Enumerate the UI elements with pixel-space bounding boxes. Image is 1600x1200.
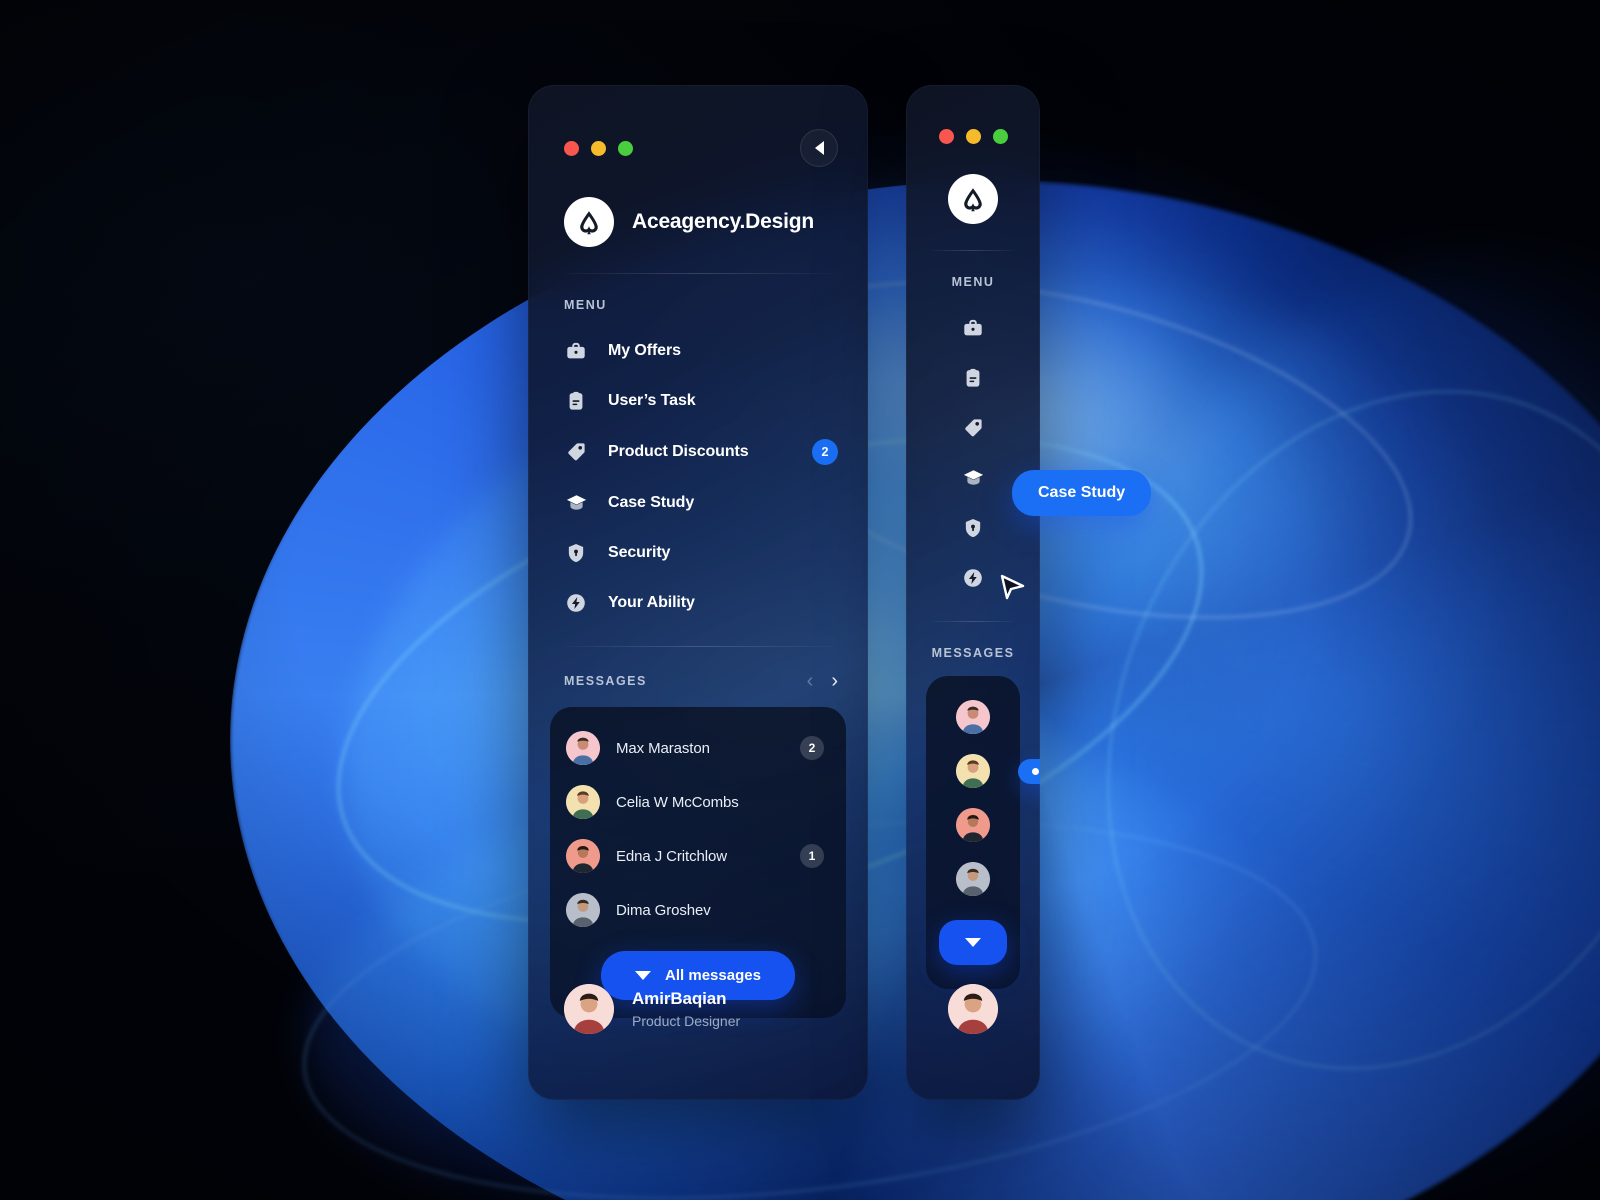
chevron-right-icon[interactable]: › bbox=[831, 671, 838, 691]
main-menu: My Offers User’s Task Product Discounts … bbox=[528, 312, 868, 628]
message-list-item[interactable] bbox=[926, 690, 1020, 744]
message-list-item[interactable]: Max Maraston 2 bbox=[550, 721, 846, 775]
message-list-item[interactable] bbox=[926, 798, 1020, 852]
typing-dots-icon bbox=[1018, 758, 1040, 784]
lightning-bolt-icon bbox=[564, 591, 588, 615]
message-sender-name: Dima Groshev bbox=[616, 901, 711, 919]
minimize-window-button[interactable] bbox=[965, 129, 981, 144]
collapsed-sidebar-panel: MENU MESSAGES bbox=[906, 85, 1040, 1100]
avatar bbox=[956, 862, 990, 896]
menu-item-users-task[interactable]: User’s Task bbox=[528, 376, 868, 426]
cursor-arrow-icon bbox=[998, 570, 1028, 607]
avatar bbox=[566, 839, 600, 873]
profile-text-block: AmirBaqian Product Designer bbox=[632, 989, 740, 1029]
window-traffic-lights bbox=[938, 129, 1008, 144]
window-traffic-lights bbox=[564, 140, 633, 156]
menu-tooltip: Case Study bbox=[1012, 470, 1152, 516]
avatar bbox=[566, 731, 600, 765]
briefcase-icon bbox=[564, 339, 588, 363]
maximize-window-button[interactable] bbox=[992, 129, 1008, 144]
chevron-left-icon[interactable]: ‹ bbox=[807, 671, 814, 691]
brand-name: Aceagency.Design bbox=[632, 210, 814, 233]
menu-item-label: My Offers bbox=[608, 342, 681, 359]
minimize-window-button[interactable] bbox=[591, 140, 606, 156]
menu-item-your-ability[interactable]: Your Ability bbox=[528, 578, 868, 628]
messages-header: MESSAGES ‹ › bbox=[528, 647, 868, 691]
all-messages-label: All messages bbox=[665, 967, 761, 984]
titlebar-collapsed bbox=[906, 85, 1040, 144]
expanded-sidebar-panel: Aceagency.Design MENU My Offers User’s T… bbox=[528, 85, 868, 1100]
profile-role: Product Designer bbox=[632, 1013, 741, 1029]
menu-item-label: User’s Task bbox=[608, 392, 696, 409]
all-messages-button[interactable] bbox=[939, 920, 1007, 965]
message-sender-name: Max Maraston bbox=[616, 739, 710, 757]
menu-item-my-offers[interactable]: My Offers bbox=[528, 326, 868, 376]
brand-header-collapsed[interactable] bbox=[906, 144, 1040, 224]
menu-item-product-discounts[interactable]: Product Discounts 2 bbox=[528, 426, 868, 478]
shield-lock-icon bbox=[961, 516, 985, 540]
message-list-item[interactable]: Edna J Critchlow 1 bbox=[550, 829, 846, 883]
clipboard-icon bbox=[961, 366, 985, 390]
ace-spade-logo bbox=[948, 174, 998, 224]
avatar bbox=[956, 754, 990, 788]
graduation-cap-icon bbox=[961, 466, 985, 490]
user-profile[interactable] bbox=[906, 984, 1040, 1034]
menu-item-label: Security bbox=[608, 544, 671, 561]
messages-nav-arrows: ‹ › bbox=[807, 671, 838, 691]
menu-item-security[interactable]: Security bbox=[528, 528, 868, 578]
brand-header[interactable]: Aceagency.Design bbox=[528, 167, 868, 247]
titlebar-expanded bbox=[528, 85, 868, 167]
main-menu-collapsed bbox=[906, 289, 1040, 603]
user-profile[interactable]: AmirBaqian Product Designer bbox=[528, 984, 868, 1034]
messages-list: Max Maraston 2 Celia W McCombs Edna J Cr… bbox=[550, 707, 846, 1018]
avatar bbox=[948, 984, 998, 1034]
profile-name: AmirBaqian bbox=[632, 989, 727, 1008]
lightning-bolt-icon bbox=[961, 566, 985, 590]
menu-item-label: Product Discounts bbox=[608, 443, 749, 460]
ace-spade-logo bbox=[564, 197, 614, 247]
clipboard-icon bbox=[564, 389, 588, 413]
message-sender-name: Celia W McCombs bbox=[616, 793, 739, 811]
tag-icon bbox=[564, 440, 588, 464]
collapse-sidebar-button[interactable] bbox=[800, 129, 838, 167]
menu-section-label: MENU bbox=[564, 298, 607, 312]
message-unread-badge: 1 bbox=[800, 844, 824, 868]
menu-item-label: Your Ability bbox=[608, 594, 695, 611]
close-window-button[interactable] bbox=[938, 129, 954, 144]
message-list-item[interactable] bbox=[926, 744, 1040, 798]
avatar bbox=[564, 984, 614, 1034]
avatar bbox=[566, 785, 600, 819]
message-list-item[interactable] bbox=[926, 852, 1020, 906]
chevron-down-icon bbox=[965, 938, 981, 947]
messages-section-label: MESSAGES bbox=[931, 646, 1015, 660]
menu-item-my-offers[interactable] bbox=[906, 303, 1040, 353]
avatar bbox=[566, 893, 600, 927]
briefcase-icon bbox=[961, 316, 985, 340]
menu-item-case-study[interactable]: Case Study bbox=[528, 478, 868, 528]
tag-icon bbox=[961, 416, 985, 440]
all-messages-row bbox=[926, 906, 1020, 983]
message-sender-name: Edna J Critchlow bbox=[616, 847, 727, 865]
graduation-cap-icon bbox=[564, 491, 588, 515]
close-window-button[interactable] bbox=[564, 140, 579, 156]
maximize-window-button[interactable] bbox=[618, 140, 633, 156]
avatar bbox=[956, 700, 990, 734]
messages-section-label: MESSAGES bbox=[564, 674, 647, 688]
avatar bbox=[956, 808, 990, 842]
message-list-item[interactable]: Celia W McCombs bbox=[550, 775, 846, 829]
messages-list-collapsed bbox=[926, 676, 1040, 989]
menu-section-label: MENU bbox=[951, 275, 995, 289]
chevron-down-icon bbox=[635, 971, 652, 980]
triangle-left-icon bbox=[814, 141, 824, 155]
menu-item-badge: 2 bbox=[812, 439, 838, 465]
message-unread-badge: 2 bbox=[800, 736, 824, 760]
shield-lock-icon bbox=[564, 541, 588, 565]
menu-item-product-discounts[interactable] bbox=[906, 403, 1040, 453]
message-list-item[interactable]: Dima Groshev bbox=[550, 883, 846, 937]
menu-item-users-task[interactable] bbox=[906, 353, 1040, 403]
menu-item-label: Case Study bbox=[608, 494, 695, 511]
